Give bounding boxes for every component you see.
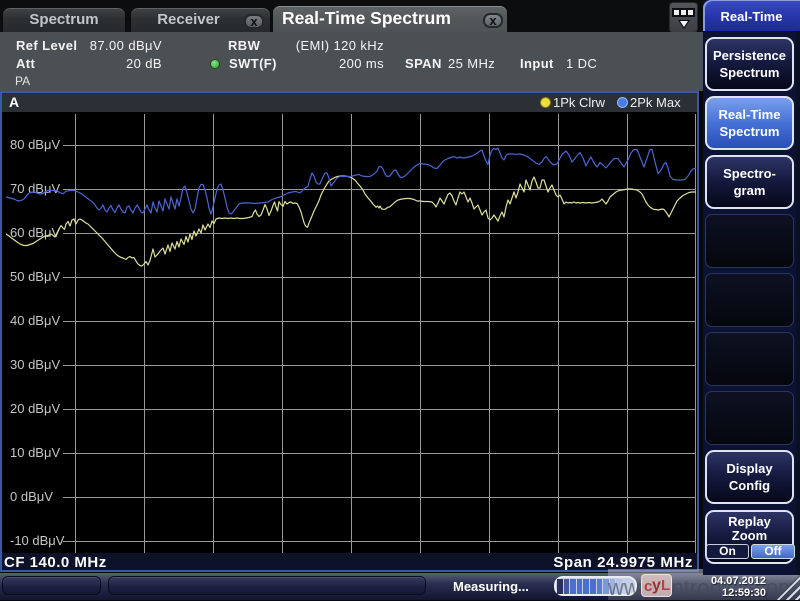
svg-text:60 dBμV: 60 dBμV xyxy=(10,225,60,240)
svg-text:-10 dBμV: -10 dBμV xyxy=(10,533,65,548)
svg-text:70 dBμV: 70 dBμV xyxy=(10,181,60,196)
svg-text:0 dBμV: 0 dBμV xyxy=(10,489,53,504)
svg-text:30 dBμV: 30 dBμV xyxy=(10,357,60,372)
svg-text:10 dBμV: 10 dBμV xyxy=(10,445,60,460)
svg-text:40 dBμV: 40 dBμV xyxy=(10,313,60,328)
svg-text:80 dBμV: 80 dBμV xyxy=(10,137,60,152)
svg-text:50 dBμV: 50 dBμV xyxy=(10,269,60,284)
svg-text:20 dBμV: 20 dBμV xyxy=(10,401,60,416)
